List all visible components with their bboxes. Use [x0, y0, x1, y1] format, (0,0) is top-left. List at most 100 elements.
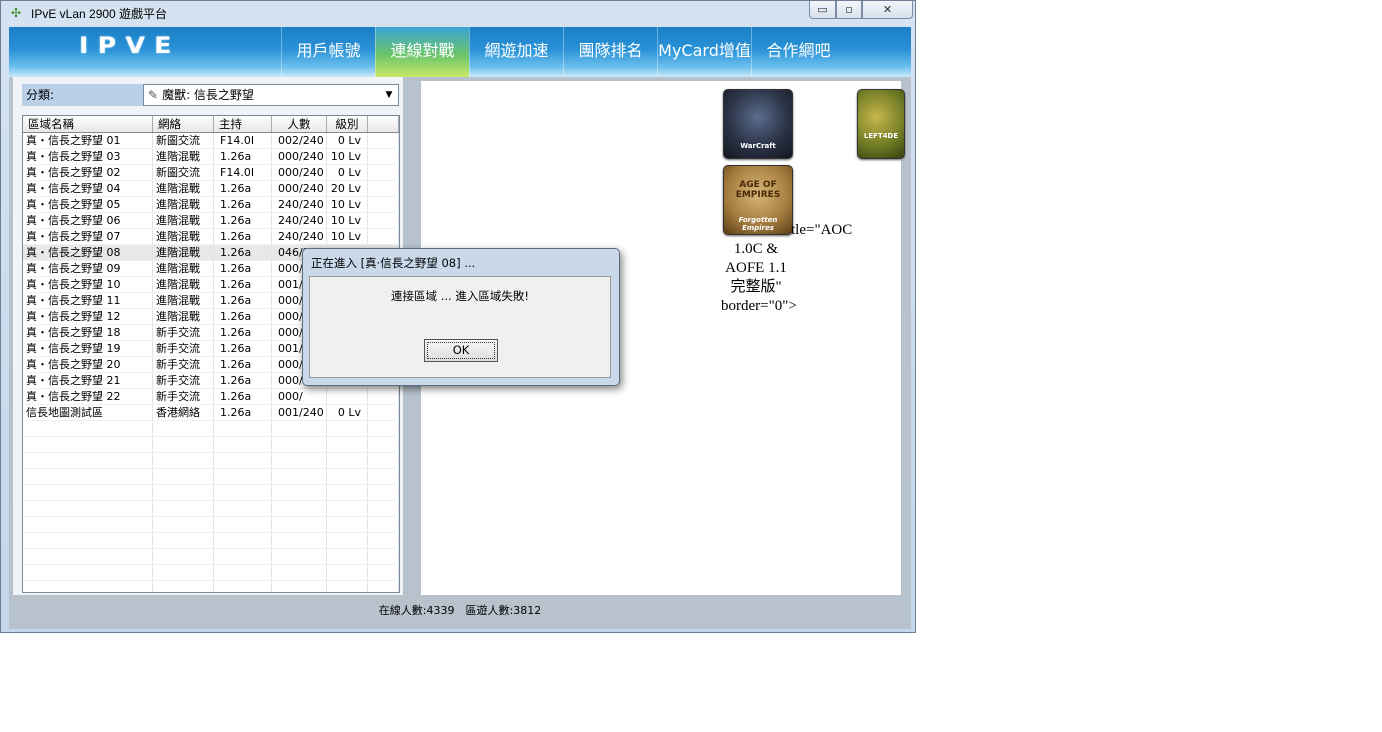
table-row[interactable]: 真・信長之野望 01 新圖交流 F14.0I 002/240 0 Lv — [23, 133, 399, 149]
cell-host: 1.26a — [214, 389, 272, 404]
maximize-button[interactable]: ▫ — [836, 1, 862, 19]
nav-game-accelerate[interactable]: 網遊加速 — [469, 27, 563, 77]
cell-host: 1.26a — [214, 357, 272, 372]
empty-cell — [153, 533, 214, 548]
cell-area: 真・信長之野望 22 — [23, 389, 153, 404]
empty-table-row — [23, 533, 399, 549]
cell-level: 0 Lv — [327, 165, 368, 180]
cell-network: 新圖交流 — [153, 165, 214, 180]
age-of-empires-game-icon[interactable]: AGE OF EMPIRES Forgotten Empires — [723, 165, 793, 235]
table-row[interactable]: 真・信長之野望 04 進階混戰 1.26a 000/240 20 Lv — [23, 181, 399, 197]
empty-cell — [214, 485, 272, 500]
cell-filler — [368, 181, 399, 196]
empty-table-row — [23, 469, 399, 485]
table-row[interactable]: 真・信長之野望 06 進階混戰 1.26a 240/240 10 Lv — [23, 213, 399, 229]
empty-cell — [272, 453, 327, 468]
column-header-level[interactable]: 級別 — [327, 116, 368, 132]
empty-cell — [368, 517, 399, 532]
empty-cell — [368, 565, 399, 580]
empty-cell — [23, 581, 153, 592]
cell-host: F14.0I — [214, 165, 272, 180]
title-bar[interactable]: ✣ IPvE vLan 2900 遊戲平台 ▭ ▫ ✕ — [1, 1, 915, 25]
table-row[interactable]: 真・信長之野望 05 進階混戰 1.26a 240/240 10 Lv — [23, 197, 399, 213]
table-row[interactable]: 真・信長之野望 22 新手交流 1.26a 000/ — [23, 389, 399, 405]
cell-host: 1.26a — [214, 197, 272, 212]
close-button[interactable]: ✕ — [862, 1, 913, 19]
empty-cell — [214, 421, 272, 436]
table-row[interactable]: 信長地圖測試區 香港網絡 1.26a 001/240 0 Lv — [23, 405, 399, 421]
cell-host: 1.26a — [214, 277, 272, 292]
column-header-host[interactable]: 主持 — [214, 116, 272, 132]
cell-level: 0 Lv — [327, 133, 368, 148]
window-title: IPvE vLan 2900 遊戲平台 — [31, 7, 168, 21]
empty-table-row — [23, 517, 399, 533]
cell-area: 真・信長之野望 03 — [23, 149, 153, 164]
cell-area: 真・信長之野望 02 — [23, 165, 153, 180]
empty-cell — [272, 565, 327, 580]
empty-cell — [327, 501, 368, 516]
cell-level: 10 Lv — [327, 197, 368, 212]
empty-table-row — [23, 437, 399, 453]
table-row[interactable]: 真・信長之野望 07 進階混戰 1.26a 240/240 10 Lv — [23, 229, 399, 245]
empty-cell — [153, 485, 214, 500]
category-selected-value: 魔獸: 信長之野望 — [162, 88, 254, 102]
empty-cell — [23, 437, 153, 452]
cell-area: 真・信長之野望 21 — [23, 373, 153, 388]
column-header-filler — [368, 116, 399, 132]
left4dead-game-icon[interactable]: LEFT4DE — [857, 89, 905, 159]
aoe-sub-text: Forgotten Empires — [738, 216, 778, 232]
column-header-area[interactable]: 區域名稱 — [23, 116, 153, 132]
empty-cell — [153, 469, 214, 484]
empty-cell — [272, 581, 327, 592]
empty-cell — [327, 469, 368, 484]
cell-level — [327, 389, 368, 404]
window-controls: ▭ ▫ ✕ — [809, 1, 913, 19]
nav-mycard-topup[interactable]: MyCard增值 — [657, 27, 751, 77]
empty-cell — [214, 453, 272, 468]
cell-network: 新手交流 — [153, 341, 214, 356]
nav-team-ranking[interactable]: 團隊排名 — [563, 27, 657, 77]
table-row[interactable]: 真・信長之野望 03 進階混戰 1.26a 000/240 10 Lv — [23, 149, 399, 165]
broken-text-line-1: tle="AOC — [791, 222, 853, 238]
empty-cell — [214, 501, 272, 516]
cell-players: 000/240 — [272, 165, 327, 180]
empty-cell — [368, 533, 399, 548]
empty-cell — [272, 533, 327, 548]
cell-level: 10 Lv — [327, 149, 368, 164]
cell-host: 1.26a — [214, 213, 272, 228]
empty-cell — [23, 421, 153, 436]
cell-host: 1.26a — [214, 293, 272, 308]
column-header-players[interactable]: 人數 — [272, 116, 327, 132]
nav-user-account[interactable]: 用戶帳號 — [281, 27, 375, 77]
cell-network: 進階混戰 — [153, 197, 214, 212]
category-item-icon: ✎ — [148, 88, 159, 102]
empty-cell — [327, 453, 368, 468]
empty-cell — [368, 485, 399, 500]
minimize-button[interactable]: ▭ — [809, 1, 836, 19]
cell-area: 真・信長之野望 18 — [23, 325, 153, 340]
empty-cell — [327, 533, 368, 548]
cell-network: 新手交流 — [153, 357, 214, 372]
ok-button[interactable]: OK — [424, 339, 498, 362]
empty-cell — [272, 501, 327, 516]
cell-network: 香港網絡 — [153, 405, 214, 420]
category-dropdown[interactable]: ✎ 魔獸: 信長之野望 ▼ — [143, 84, 399, 106]
empty-cell — [214, 565, 272, 580]
table-row[interactable]: 真・信長之野望 02 新圖交流 F14.0I 000/240 0 Lv — [23, 165, 399, 181]
empty-cell — [23, 453, 153, 468]
cell-players: 240/240 — [272, 229, 327, 244]
warcraft-game-icon[interactable]: WarCraft — [723, 89, 793, 159]
cell-filler — [368, 405, 399, 420]
cell-host: F14.0I — [214, 133, 272, 148]
cell-area: 真・信長之野望 08 — [23, 245, 153, 260]
cell-level: 10 Lv — [327, 213, 368, 228]
cell-network: 進階混戰 — [153, 229, 214, 244]
nav-partner-cafe[interactable]: 合作網吧 — [751, 27, 845, 77]
dropdown-arrow-icon[interactable]: ▼ — [382, 87, 396, 103]
cell-area: 真・信長之野望 19 — [23, 341, 153, 356]
column-header-network[interactable]: 網絡 — [153, 116, 214, 132]
category-label: 分類: — [22, 84, 143, 106]
nav-online-battle[interactable]: 連線對戰 — [375, 27, 469, 77]
empty-cell — [214, 517, 272, 532]
empty-cell — [272, 549, 327, 564]
